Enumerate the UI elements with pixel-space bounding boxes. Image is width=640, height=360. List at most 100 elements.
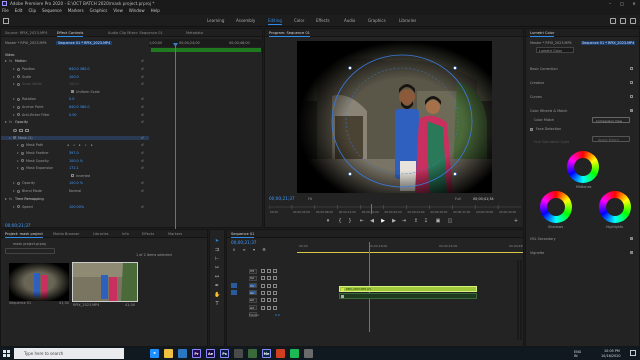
stopwatch-icon[interactable]: [17, 113, 20, 117]
timeline-timecode[interactable]: 00;00;21;37: [231, 240, 257, 245]
timeline-ruler[interactable]: 00;00 00;00;16;00 00;00;32;00 00;00;48;00: [297, 242, 523, 252]
menu-window[interactable]: Window: [129, 7, 145, 15]
ellipse-mask-icon[interactable]: [13, 128, 17, 132]
effect-row[interactable]: Rotation 0.0 ↺: [1, 97, 149, 101]
sequence-item-name[interactable]: Sequence 01: [9, 301, 31, 305]
stopwatch-icon[interactable]: [17, 105, 20, 109]
tab-source[interactable]: Source: RPIX_2023.MP4: [5, 29, 48, 37]
source-patch-a1[interactable]: [231, 290, 237, 296]
effect-row[interactable]: Mask Path ◂ ◃ ▸ ▹ ▸ ↺: [1, 143, 149, 147]
tab-effects[interactable]: Effects: [142, 230, 154, 238]
track-forward-icon[interactable]: ▸: [91, 143, 93, 147]
vignette-checkbox[interactable]: [630, 251, 633, 254]
effect-row[interactable]: Mask (1) ↺: [1, 135, 149, 140]
lock-track-icon[interactable]: [261, 269, 265, 273]
effect-param-value[interactable]: 100.00%: [69, 205, 84, 209]
reset-parameter-icon[interactable]: ↺: [141, 67, 144, 71]
effect-row[interactable]: Position 640.0 360.0 ↺: [1, 67, 149, 71]
program-ruler[interactable]: 00;00 00;00;04;00 00;00;08;00 00;00;12;00 00…: [269, 204, 521, 216]
effect-controls-playhead[interactable]: [175, 43, 176, 229]
clip-thumbnail[interactable]: [72, 262, 138, 302]
effect-row[interactable]: [1, 128, 149, 132]
effect-row[interactable]: Scale 100.0 ↺: [1, 75, 149, 79]
source-patch-v1[interactable]: [231, 283, 237, 289]
highlights-wheel[interactable]: [599, 191, 631, 223]
play-button[interactable]: ▶: [380, 218, 386, 224]
workspace-tab-learning[interactable]: Learning: [207, 15, 224, 27]
effect-row[interactable]: Anchor Point 640.0 360.0 ↺: [1, 105, 149, 109]
track-back-frame-icon[interactable]: ◃: [73, 143, 75, 147]
reset-parameter-icon[interactable]: ↺: [141, 113, 144, 117]
stopwatch-icon[interactable]: [17, 82, 20, 86]
search-icon[interactable]: [620, 18, 626, 24]
workspace-tab-assembly[interactable]: Assembly: [236, 15, 255, 27]
menu-edit[interactable]: Edit: [15, 7, 23, 15]
solo-icon[interactable]: [273, 290, 277, 295]
taskbar-app-icon[interactable]: [234, 349, 243, 358]
workspace-tab-editing[interactable]: Editing: [268, 15, 282, 27]
menu-help[interactable]: Help: [151, 7, 160, 15]
menu-graphics[interactable]: Graphics: [90, 7, 108, 15]
mute-icon[interactable]: [267, 305, 271, 310]
effect-row[interactable]: Mask Feather 397.0 ↺: [1, 151, 149, 155]
effect-row[interactable]: Blend Mode Normal ↺: [1, 189, 149, 193]
param-expand-icon[interactable]: [13, 205, 15, 208]
effect-checkbox[interactable]: [71, 174, 74, 178]
taskbar-app-icon[interactable]: Ae: [206, 349, 215, 358]
taskbar-app-icon[interactable]: Me: [262, 349, 271, 358]
taskbar-app-icon[interactable]: [290, 349, 299, 358]
mute-icon[interactable]: [267, 298, 271, 303]
lumetri-master-label[interactable]: Master * RPIX_2023.MP4: [530, 41, 572, 45]
stopwatch-icon[interactable]: [17, 181, 20, 185]
effect-param-value[interactable]: 397.0: [69, 151, 79, 155]
tab-lumetri-color[interactable]: Lumetri Color: [530, 29, 555, 37]
add-button-icon[interactable]: +: [513, 218, 519, 224]
pen-tool-icon[interactable]: ✒: [214, 283, 220, 289]
param-expand-icon[interactable]: [9, 136, 11, 139]
mark-in-icon[interactable]: {: [337, 218, 343, 224]
master-clip-label[interactable]: Master * RPIX_2023.MP4: [5, 41, 47, 45]
track-a3[interactable]: A3: [227, 305, 525, 312]
effect-param-value[interactable]: Normal: [69, 189, 81, 193]
step-forward-icon[interactable]: ▶: [391, 218, 397, 224]
effect-row[interactable]: Scale Width 100.0 ↺: [1, 82, 149, 86]
workspace-tab-color[interactable]: Color: [294, 15, 304, 27]
menu-clip[interactable]: Clip: [28, 7, 36, 15]
program-playhead[interactable]: [371, 204, 372, 214]
reset-parameter-icon[interactable]: ↺: [141, 143, 144, 147]
reset-parameter-icon[interactable]: ↺: [141, 189, 144, 193]
param-expand-icon[interactable]: [17, 152, 19, 154]
expand-triangle-icon[interactable]: [5, 60, 7, 62]
param-expand-icon[interactable]: [17, 159, 19, 162]
tab-audio-clip-mixer[interactable]: Audio Clip Mixer: Sequence 01: [108, 29, 163, 37]
stopwatch-icon[interactable]: [21, 166, 24, 170]
expand-triangle-icon[interactable]: [5, 121, 7, 124]
taskbar-search-input[interactable]: Type here to search: [14, 348, 124, 359]
taskbar-app-icon[interactable]: Ps: [220, 349, 229, 358]
close-button[interactable]: ✕: [628, 0, 640, 7]
stopwatch-icon[interactable]: [17, 75, 20, 79]
taskbar-region[interactable]: IN: [574, 354, 578, 358]
reset-parameter-icon[interactable]: ↺: [141, 136, 144, 140]
tab-info[interactable]: Info: [122, 230, 129, 238]
reset-parameter-icon[interactable]: ↺: [141, 151, 144, 155]
curves-checkbox[interactable]: [630, 95, 633, 98]
section-curves[interactable]: Curves: [530, 95, 542, 99]
eye-icon[interactable]: [273, 269, 277, 273]
effect-row[interactable]: Inverted: [1, 174, 149, 178]
reset-parameter-icon[interactable]: ↺: [141, 166, 144, 170]
stopwatch-icon[interactable]: [17, 67, 20, 71]
workspace-tab-audio[interactable]: Audio: [344, 15, 355, 27]
section-basic-correction[interactable]: Basic Correction: [530, 67, 558, 71]
fx-toggle-icon[interactable]: fx: [9, 197, 12, 201]
tab-libraries[interactable]: Libraries: [93, 230, 109, 238]
comparison-view-icon[interactable]: ◫: [447, 218, 453, 224]
taskbar-app-icon[interactable]: [178, 349, 187, 358]
reset-parameter-icon[interactable]: ↺: [141, 97, 144, 101]
video-clip-v1[interactable]: RPIX_2023.MP4 [V]: [339, 286, 477, 292]
eye-icon[interactable]: [273, 276, 277, 281]
effect-param-value[interactable]: 100.0: [69, 82, 79, 86]
effect-param-value[interactable]: 640.0 360.0: [69, 105, 90, 109]
pen-mask-icon[interactable]: [25, 128, 29, 132]
sequence-thumbnail[interactable]: [9, 263, 69, 301]
